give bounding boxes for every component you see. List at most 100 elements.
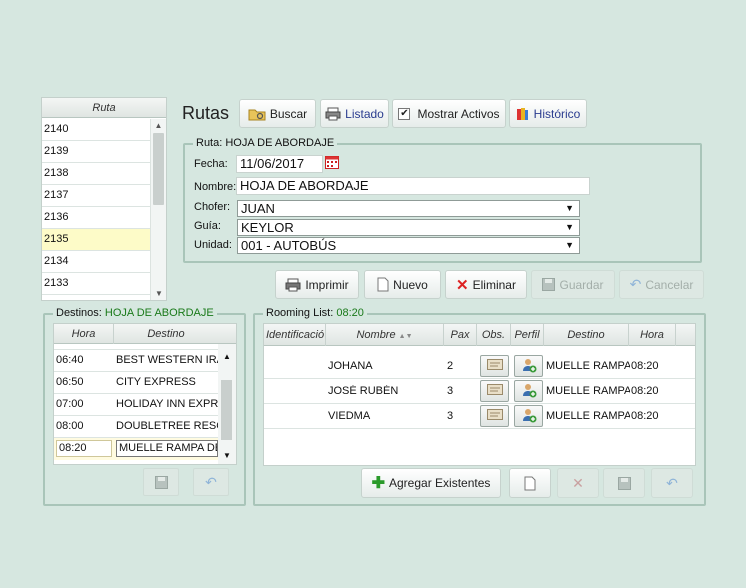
historico-button[interactable]: Histórico	[509, 99, 587, 128]
col-hora[interactable]: Hora	[54, 324, 114, 344]
rooming-delete-button[interactable]: ✕	[557, 468, 599, 498]
dropdown-arrow-icon: ▼	[565, 203, 574, 213]
route-number: 2137	[44, 189, 69, 201]
rooming-rows: JOHANA 2 MUELLE RAMPA 08:20 JOSÉ RUBÉN 3 MUELL…	[264, 354, 695, 429]
scroll-down-icon[interactable]: ▼	[151, 289, 167, 298]
books-icon	[516, 107, 528, 120]
nombre-field[interactable]: HOJA DE ABORDAJE	[236, 177, 590, 195]
rooming-hora: 08:20	[631, 360, 659, 372]
destinos-legend: Destinos: HOJA DE ABORDAJE	[53, 307, 217, 319]
cancelar-button[interactable]: ↶ Cancelar	[619, 270, 704, 299]
imprimir-button[interactable]: Imprimir	[275, 270, 359, 299]
route-row[interactable]: 2136	[42, 207, 150, 229]
col-pax[interactable]: Pax	[444, 324, 477, 346]
delete-x-icon: ✕	[456, 276, 469, 294]
chofer-select[interactable]: JUAN ▼	[237, 200, 580, 217]
route-scroll-thumb[interactable]	[153, 133, 164, 205]
obs-button[interactable]	[480, 405, 509, 427]
destinos-scroll-thumb[interactable]	[221, 380, 232, 440]
edit-hora-field[interactable]: 08:20	[56, 440, 112, 457]
rooming-new-button[interactable]	[509, 468, 551, 498]
page-title: Rutas	[182, 103, 230, 123]
rooming-grid: Identificació Nombre ▲▼ Pax Obs. Perfil …	[263, 323, 696, 466]
guardar-label: Guardar	[559, 277, 604, 292]
listado-button[interactable]: Listado	[320, 99, 389, 128]
buscar-button[interactable]: Buscar	[239, 99, 316, 128]
col-destino[interactable]: Destino	[544, 324, 629, 346]
col-destino[interactable]: Destino	[114, 324, 218, 344]
calendar-icon[interactable]	[325, 155, 339, 169]
route-scrollbar[interactable]: ▲ ▼	[150, 119, 166, 300]
destino-nombre: BEST WESTERN IRAZ	[116, 354, 218, 366]
perfil-button[interactable]	[514, 355, 543, 377]
nuevo-button[interactable]: Nuevo	[364, 270, 441, 299]
scroll-up-icon[interactable]: ▲	[151, 119, 166, 133]
notes-icon	[486, 409, 503, 423]
guardar-button[interactable]: Guardar	[531, 270, 615, 299]
sort-asc-icon: ▲▼	[398, 333, 413, 340]
route-row[interactable]: 2140	[42, 119, 150, 141]
unidad-select[interactable]: 001 - AUTOBÚS ▼	[237, 237, 580, 254]
guia-select[interactable]: KEYLOR ▼	[237, 219, 580, 236]
checkbox[interactable]: ✔	[398, 107, 411, 120]
rooming-row[interactable]: JOSÉ RUBÉN 3 MUELLE RAMPA 08:20	[264, 379, 695, 404]
obs-button[interactable]	[480, 380, 509, 402]
perfil-button[interactable]	[514, 405, 543, 427]
destino-row[interactable]: 07:00 HOLIDAY INN EXPRE	[54, 394, 218, 416]
col-nombre[interactable]: Nombre ▲▼	[326, 324, 444, 346]
route-column-label: Ruta	[92, 102, 116, 114]
col-identificacion[interactable]: Identificació	[264, 324, 326, 346]
destino-row[interactable]: 06:50 CITY EXPRESS	[54, 372, 218, 394]
new-document-icon	[377, 277, 389, 292]
rooming-nombre: VIEDMA	[328, 410, 371, 422]
col-obs[interactable]: Obs.	[477, 324, 511, 346]
unidad-label: Unidad:	[194, 239, 232, 251]
route-number: 2140	[44, 123, 69, 135]
route-list-header[interactable]: Ruta	[42, 98, 166, 118]
destino-nombre: DOUBLETREE RESOR	[116, 420, 218, 432]
buscar-label: Buscar	[269, 106, 308, 121]
scroll-up-icon[interactable]: ▲	[218, 352, 236, 361]
fecha-label: Fecha:	[194, 158, 228, 170]
destinos-save-button[interactable]	[143, 468, 179, 496]
obs-button[interactable]	[480, 355, 509, 377]
rooming-undo-button[interactable]: ↶	[651, 468, 693, 498]
rooming-pax: 3	[447, 385, 454, 397]
perfil-button[interactable]	[514, 380, 543, 402]
destinos-grid: Hora Destino 06:40 BEST WESTERN IRAZ 06:50…	[53, 323, 237, 465]
mostrar-activos-toggle[interactable]: ✔ Mostrar Activos	[392, 99, 506, 128]
agregar-existentes-button[interactable]: ✚ Agregar Existentes	[361, 468, 501, 498]
rooming-row[interactable]: JOHANA 2 MUELLE RAMPA 08:20	[264, 354, 695, 379]
rooming-save-button[interactable]	[603, 468, 645, 498]
nombre-label: Nombre:	[194, 181, 237, 193]
route-number: 2134	[44, 255, 69, 267]
scroll-down-icon[interactable]: ▼	[218, 451, 236, 460]
destinos-undo-button[interactable]: ↶	[193, 468, 229, 496]
route-number: 2138	[44, 167, 69, 179]
route-row[interactable]: 2134	[42, 251, 150, 273]
destinos-scrollbar[interactable]: ▲ ▼	[218, 344, 236, 464]
route-row[interactable]: 2133	[42, 273, 150, 295]
notes-icon	[486, 384, 503, 398]
col-perfil[interactable]: Perfil	[511, 324, 544, 346]
route-number: 2133	[44, 277, 69, 289]
rooming-row[interactable]: VIEDMA 3 MUELLE RAMPA 08:20	[264, 404, 695, 429]
route-row[interactable]: 2138	[42, 163, 150, 185]
route-row[interactable]: 2139	[42, 141, 150, 163]
add-user-icon	[521, 382, 537, 401]
notes-icon	[486, 359, 503, 373]
printer-icon	[285, 278, 301, 291]
col-hora[interactable]: Hora	[629, 324, 676, 346]
route-row[interactable]: 2137	[42, 185, 150, 207]
fecha-field[interactable]: 11/06/2017	[236, 155, 323, 173]
eliminar-label: Eliminar	[472, 277, 516, 292]
destinos-header: Hora Destino	[54, 324, 236, 344]
eliminar-button[interactable]: ✕ Eliminar	[445, 270, 527, 299]
route-row[interactable]: 2135	[42, 229, 150, 251]
chofer-label: Chofer:	[194, 201, 231, 213]
destino-row[interactable]: 08:00 DOUBLETREE RESOR	[54, 416, 218, 438]
edit-destino-field[interactable]: MUELLE RAMPA DE	[116, 440, 218, 457]
rooming-pax: 2	[447, 360, 454, 372]
guia-label: Guía:	[194, 220, 221, 232]
destino-row[interactable]: 06:40 BEST WESTERN IRAZ	[54, 350, 218, 372]
